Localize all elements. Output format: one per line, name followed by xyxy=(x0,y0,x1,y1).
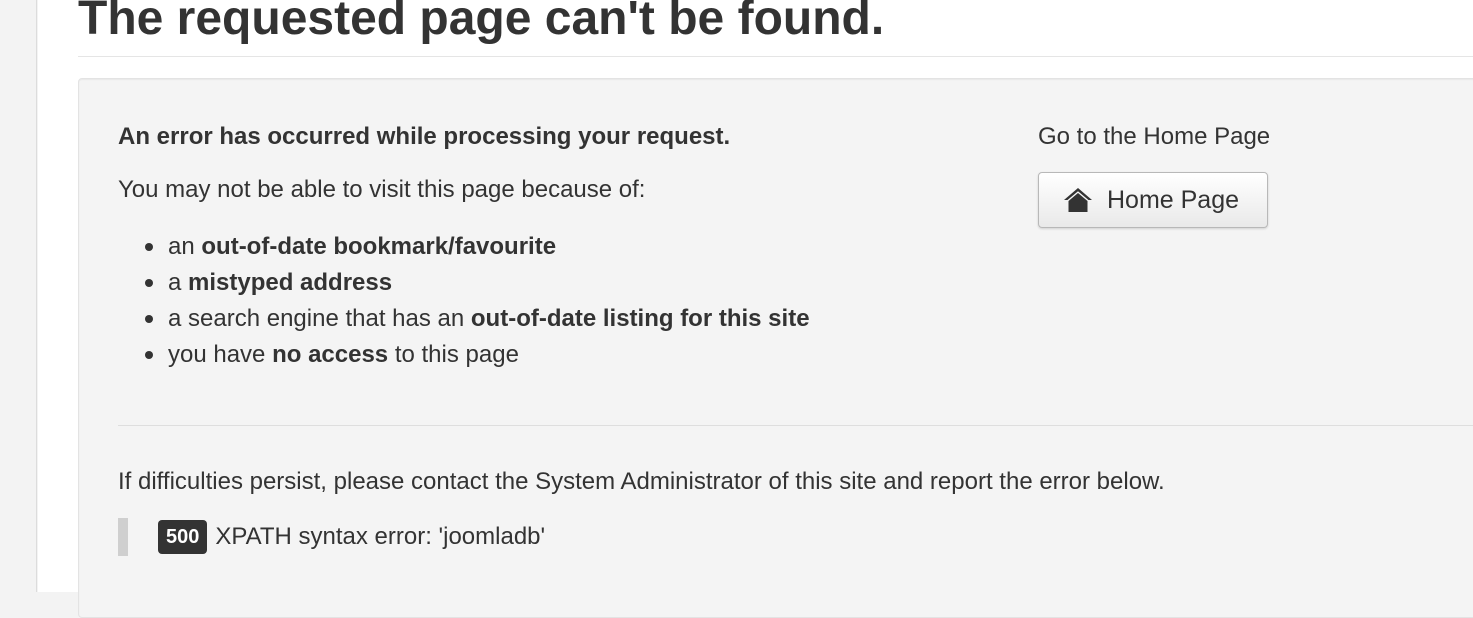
error-details: 500 XPATH syntax error: 'joomladb' xyxy=(118,518,545,556)
reason-emphasis: no access xyxy=(272,341,389,368)
list-item: a search engine that has an out-of-date … xyxy=(145,301,810,337)
home-page-intro: Go to the Home Page xyxy=(1038,123,1271,150)
error-message: XPATH syntax error: 'joomladb' xyxy=(215,523,546,550)
reason-text: to this page xyxy=(388,341,519,368)
reasons-list: an out-of-date bookmark/favourite a mist… xyxy=(145,229,810,373)
reason-emphasis: out-of-date bookmark/favourite xyxy=(201,233,557,260)
page-content: The requested page can't be found. An er… xyxy=(38,0,1473,618)
reason-text: a search engine that has an xyxy=(168,305,471,332)
error-code-badge: 500 xyxy=(158,520,208,554)
error-panel: An error has occurred while processing y… xyxy=(78,78,1473,618)
contact-admin-text: If difficulties persist, please contact … xyxy=(118,468,1165,495)
reason-emphasis: out-of-date listing for this site xyxy=(470,305,810,332)
reason-emphasis: mistyped address xyxy=(188,269,393,296)
left-gutter xyxy=(0,0,37,592)
reason-text: you have xyxy=(168,341,273,368)
home-page-button[interactable]: Home Page xyxy=(1038,172,1268,228)
list-item: a mistyped address xyxy=(145,265,810,301)
error-heading: An error has occurred while processing y… xyxy=(118,123,731,150)
section-divider xyxy=(118,425,1473,426)
home-page-button-label: Home Page xyxy=(1107,186,1240,214)
list-item: an out-of-date bookmark/favourite xyxy=(145,229,810,265)
title-divider xyxy=(78,56,1473,57)
home-icon xyxy=(1063,187,1093,213)
page-title: The requested page can't be found. xyxy=(78,0,885,45)
reasons-intro: You may not be able to visit this page b… xyxy=(118,176,646,203)
list-item: you have no access to this page xyxy=(145,337,810,373)
reason-text: a xyxy=(168,269,189,296)
reason-text: an xyxy=(168,233,202,260)
